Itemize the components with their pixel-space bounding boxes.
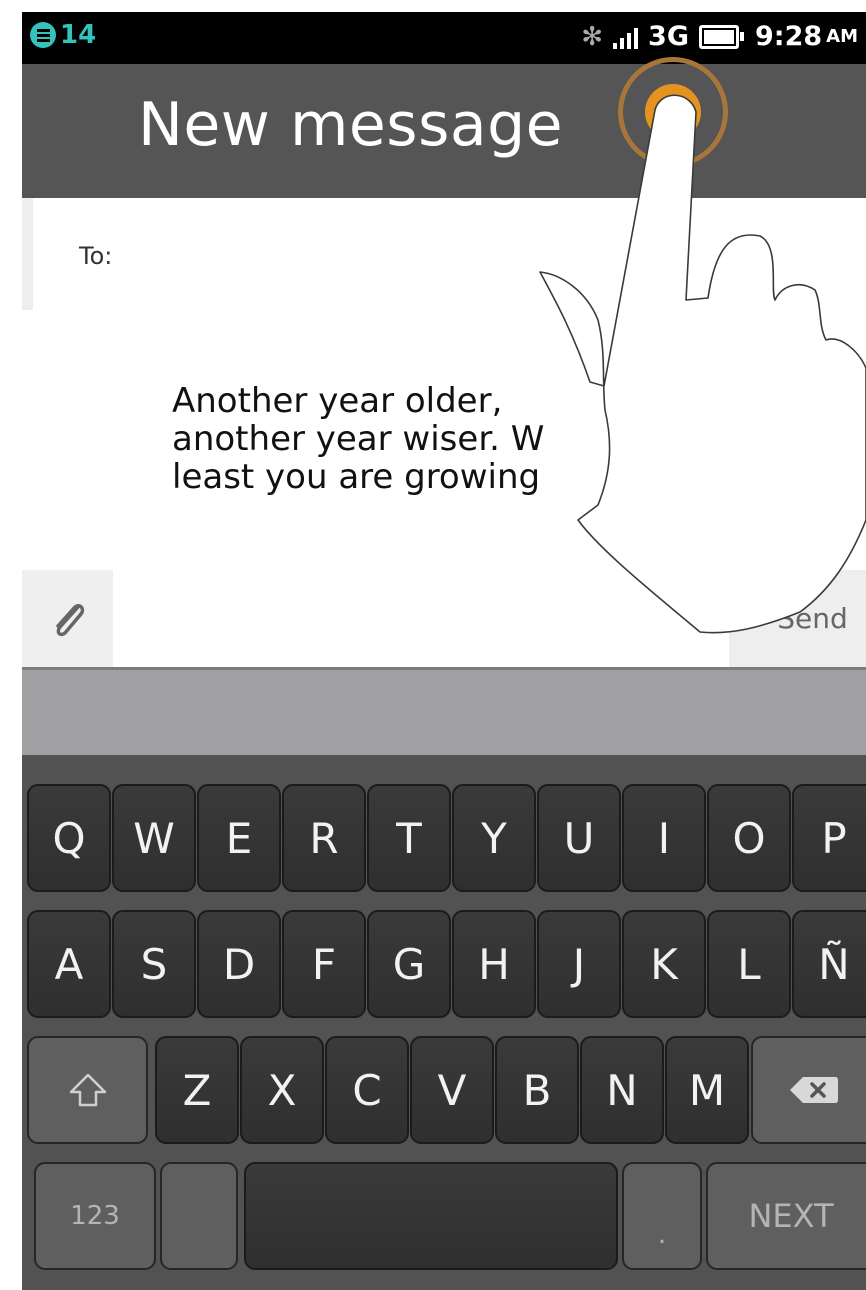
attach-button[interactable]	[22, 570, 113, 667]
clock: 9:28	[754, 21, 823, 52]
key-n-tilde[interactable]: Ñ	[792, 910, 866, 1018]
key-v[interactable]: V	[410, 1036, 494, 1144]
network-type: 3G	[648, 21, 689, 52]
key-o[interactable]: O	[707, 784, 791, 892]
message-body[interactable]: Another year older, another year wiser. …	[22, 310, 866, 570]
top-strip	[22, 0, 866, 12]
key-p[interactable]: P	[792, 784, 866, 892]
key-a[interactable]: A	[27, 910, 111, 1018]
key-n[interactable]: N	[580, 1036, 664, 1144]
shift-key[interactable]	[27, 1036, 148, 1144]
space-bar[interactable]	[244, 1162, 618, 1270]
language-key[interactable]	[160, 1162, 238, 1270]
key-x[interactable]: X	[240, 1036, 324, 1144]
send-label: Send	[777, 602, 848, 635]
key-q[interactable]: Q	[27, 784, 111, 892]
shift-icon	[69, 1073, 106, 1107]
key-y[interactable]: Y	[452, 784, 536, 892]
notification-icon	[30, 22, 56, 48]
status-icons: ✻ 3G 9:28 AM	[581, 21, 858, 52]
notification-indicator[interactable]: 14	[30, 20, 96, 50]
key-c[interactable]: C	[325, 1036, 409, 1144]
message-text: Another year older, another year wiser. …	[172, 381, 545, 497]
key-b[interactable]: B	[495, 1036, 579, 1144]
key-h[interactable]: H	[452, 910, 536, 1018]
page-title: New message	[138, 90, 564, 160]
key-r[interactable]: R	[282, 784, 366, 892]
compose-actions: Send	[22, 570, 866, 667]
next-key[interactable]: NEXT	[706, 1162, 866, 1270]
bluetooth-icon: ✻	[581, 21, 604, 52]
suggestion-bar	[22, 667, 866, 755]
key-j[interactable]: J	[537, 910, 621, 1018]
paperclip-icon	[55, 603, 84, 636]
key-m[interactable]: M	[665, 1036, 749, 1144]
backspace-key[interactable]	[751, 1036, 866, 1144]
notification-count: 14	[60, 20, 97, 50]
recipient-rail	[22, 198, 33, 310]
period-key[interactable]: .	[622, 1162, 702, 1270]
key-f[interactable]: F	[282, 910, 366, 1018]
key-u[interactable]: U	[537, 784, 621, 892]
numbers-key[interactable]: 123	[34, 1162, 156, 1270]
header: New message	[22, 64, 866, 198]
status-bar: 14 ✻ 3G 9:28 AM	[22, 12, 866, 64]
key-g[interactable]: G	[367, 910, 451, 1018]
key-z[interactable]: Z	[155, 1036, 239, 1144]
key-i[interactable]: I	[622, 784, 706, 892]
to-label: To:	[79, 242, 113, 270]
key-s[interactable]: S	[112, 910, 196, 1018]
battery-icon	[698, 24, 744, 49]
key-d[interactable]: D	[197, 910, 281, 1018]
key-l[interactable]: L	[707, 910, 791, 1018]
clock-ampm: AM	[826, 26, 858, 47]
key-e[interactable]: E	[197, 784, 281, 892]
phone-screen: 14 ✻ 3G 9:28 AM New message To: Another …	[22, 0, 866, 1290]
signal-icon	[613, 25, 639, 49]
tap-indicator-dot	[645, 84, 701, 140]
key-w[interactable]: W	[112, 784, 196, 892]
backspace-icon	[789, 1077, 838, 1103]
send-button[interactable]: Send	[729, 570, 866, 667]
key-t[interactable]: T	[367, 784, 451, 892]
key-k[interactable]: K	[622, 910, 706, 1018]
recipient-field[interactable]: To:	[22, 198, 866, 310]
keyboard: Q W E R T Y U I O P A S D F G H J K L Ñ …	[22, 755, 866, 1290]
